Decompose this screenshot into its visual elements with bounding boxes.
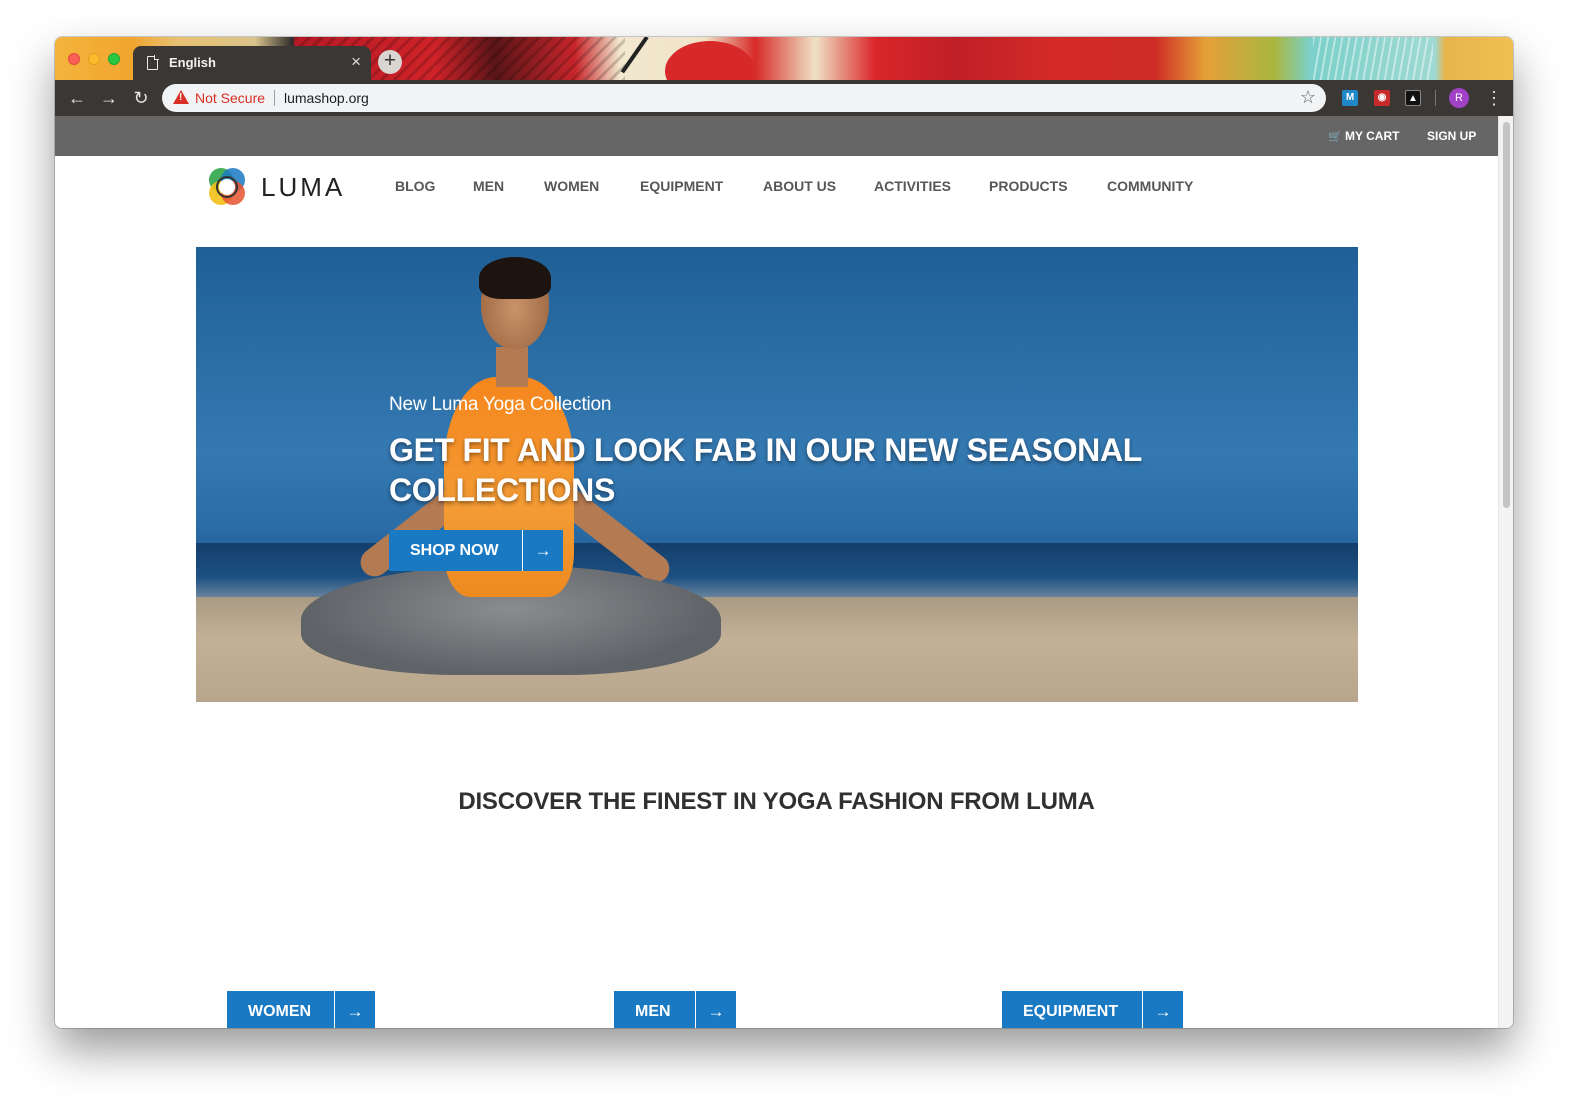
my-cart-label: MY CART xyxy=(1345,129,1400,143)
nav-women[interactable]: WOMEN xyxy=(544,178,599,194)
hero-headline: GET FIT AND LOOK FAB IN OUR NEW SEASONAL… xyxy=(389,432,1142,508)
nav-blog[interactable]: BLOG xyxy=(395,178,435,194)
minimize-window-button[interactable] xyxy=(88,53,100,65)
forward-arrow-icon[interactable]: → xyxy=(98,87,120,109)
tab-close-icon[interactable]: × xyxy=(351,52,361,72)
women-category-button[interactable]: WOMEN → xyxy=(227,991,375,1028)
nav-community[interactable]: COMMUNITY xyxy=(1107,178,1193,194)
menu-dots-icon[interactable]: ⋮ xyxy=(1485,87,1503,109)
tab-strip: English × + xyxy=(55,37,1513,80)
site-top-bar: 🛒 MY CART SIGN UP xyxy=(55,116,1498,156)
browser-tab[interactable]: English × xyxy=(133,46,371,80)
men-category-button[interactable]: MEN → xyxy=(614,991,736,1028)
extension-m-icon[interactable]: M xyxy=(1342,90,1358,106)
warning-icon[interactable] xyxy=(173,90,189,104)
nav-products[interactable]: PRODUCTS xyxy=(989,178,1068,194)
discover-heading: DISCOVER THE FINEST IN YOGA FASHION FROM… xyxy=(458,788,1095,815)
equipment-button-label: EQUIPMENT xyxy=(1023,1003,1119,1020)
reload-icon[interactable]: ↻ xyxy=(130,87,152,109)
extension-triangle-icon[interactable]: ▲ xyxy=(1405,90,1421,106)
nav-men[interactable]: MEN xyxy=(473,178,504,194)
hero-subtitle: New Luma Yoga Collection xyxy=(389,394,612,415)
luma-logo-icon[interactable] xyxy=(205,165,249,209)
arrow-right-icon: → xyxy=(522,530,563,571)
maximize-window-button[interactable] xyxy=(108,53,120,65)
wallpaper-stripes xyxy=(1313,37,1433,80)
shop-now-button[interactable]: SHOP NOW → xyxy=(389,530,563,571)
scrollbar-thumb[interactable] xyxy=(1503,122,1510,508)
browser-toolbar: ← → ↻ Not Secure lumashop.org ☆ M ◉ ▲ R … xyxy=(55,80,1513,116)
page-viewport: 🛒 MY CART SIGN UP LUMA BLOG MEN WOMEN EQU… xyxy=(55,116,1513,1028)
page-icon xyxy=(147,55,159,70)
men-button-label: MEN xyxy=(635,1003,671,1020)
wallpaper-circle xyxy=(665,41,755,80)
logo-text[interactable]: LUMA xyxy=(261,172,345,203)
arrow-right-icon: → xyxy=(695,991,736,1028)
arrow-right-icon: → xyxy=(334,991,375,1028)
back-arrow-icon[interactable]: ← xyxy=(66,87,88,109)
women-button-label: WOMEN xyxy=(248,1003,312,1020)
nav-about-us[interactable]: ABOUT US xyxy=(763,178,836,194)
page-scrollbar[interactable] xyxy=(1498,116,1513,1028)
hero-banner[interactable]: New Luma Yoga Collection GET FIT AND LOO… xyxy=(196,247,1358,702)
hero-figure-neck xyxy=(496,347,528,387)
cart-icon: 🛒 xyxy=(1328,131,1342,143)
sign-up-link[interactable]: SIGN UP xyxy=(1427,129,1476,143)
extension-shield-icon[interactable]: ◉ xyxy=(1374,90,1390,106)
arrow-right-icon: → xyxy=(1142,991,1183,1028)
nav-activities[interactable]: ACTIVITIES xyxy=(874,178,951,194)
equipment-category-button[interactable]: EQUIPMENT → xyxy=(1002,991,1183,1028)
bookmark-star-icon[interactable]: ☆ xyxy=(1300,87,1316,108)
hero-figure-hair xyxy=(479,257,551,299)
security-status[interactable]: Not Secure xyxy=(195,90,265,106)
toolbar-separator xyxy=(1435,90,1436,106)
tab-title: English xyxy=(169,55,216,70)
address-bar[interactable]: Not Secure lumashop.org ☆ xyxy=(162,84,1326,112)
address-separator xyxy=(274,90,275,106)
browser-window: English × + ← → ↻ Not Secure lumashop.or… xyxy=(55,37,1513,1028)
my-cart-link[interactable]: 🛒 MY CART xyxy=(1328,129,1399,143)
profile-avatar[interactable]: R xyxy=(1449,88,1469,108)
new-tab-button[interactable]: + xyxy=(378,50,402,74)
shop-now-label: SHOP NOW xyxy=(410,542,499,559)
nav-equipment[interactable]: EQUIPMENT xyxy=(640,178,723,194)
close-window-button[interactable] xyxy=(68,53,80,65)
url-text[interactable]: lumashop.org xyxy=(284,90,369,106)
